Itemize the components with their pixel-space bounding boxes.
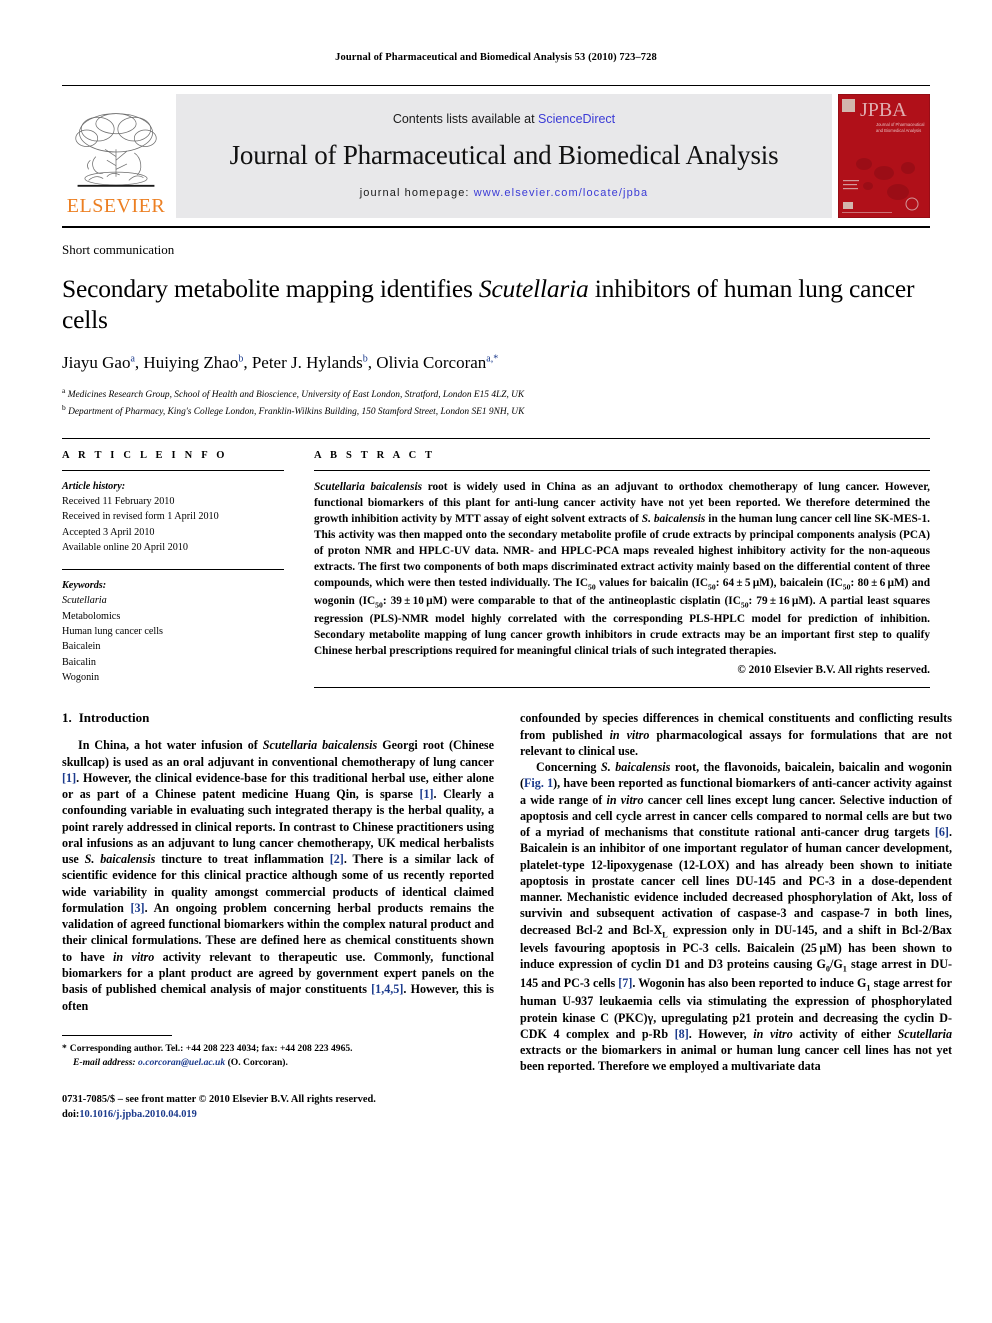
info-abstract-band: A R T I C L E I N F O Article history: R… — [62, 437, 930, 689]
contents-prefix: Contents lists available at — [392, 111, 539, 126]
author-name: Jiayu Gao — [62, 353, 131, 373]
keyword-item: Scutellaria — [62, 593, 284, 608]
affiliation-mark: b — [62, 402, 66, 412]
keywords-separator-rule — [62, 569, 284, 571]
journal-band: Contents lists available at ScienceDirec… — [176, 94, 832, 218]
keyword-item: Human lung cancer cells — [62, 626, 163, 638]
email-label: E-mail address: — [73, 1056, 136, 1068]
footnote-rule — [62, 1034, 172, 1036]
abstract-rule — [314, 469, 930, 471]
sciencedirect-link[interactable]: ScienceDirect — [538, 112, 615, 126]
body-column-left: 1. Introduction In China, a hot water inf… — [62, 710, 494, 1123]
author-affil-mark: a,* — [486, 353, 499, 365]
keywords-group: Keywords: Scutellaria Metabolomics Human… — [62, 578, 284, 685]
author-separator: , — [243, 353, 252, 373]
elsevier-tree-icon — [75, 113, 157, 187]
corresponding-author-note: * Corresponding author. Tel.: +44 208 223… — [62, 1042, 494, 1056]
page-title: Secondary metabolite mapping identifies … — [62, 274, 930, 335]
keywords-label: Keywords: — [62, 580, 107, 592]
svg-text:Journal of Pharmaceutical: Journal of Pharmaceutical — [876, 122, 924, 127]
history-item: Accepted 3 April 2010 — [62, 526, 155, 538]
keyword-item: Metabolomics — [62, 610, 121, 622]
section-title: Introduction — [78, 710, 150, 726]
journal-homepage-line: journal homepage: www.elsevier.com/locat… — [360, 187, 648, 199]
footnote-star-mark: * — [62, 1042, 67, 1054]
history-item: Available online 20 April 2010 — [62, 541, 188, 553]
intro-paragraph-1: In China, a hot water infusion of Scutel… — [62, 738, 495, 1013]
email-link[interactable]: o.corcoran@uel.ac.uk — [138, 1057, 225, 1068]
section-number: 1. — [62, 710, 72, 726]
keyword-item: Baicalein — [62, 641, 101, 653]
article-type-label: Short communication — [62, 242, 175, 257]
issn-copyright-line: 0731-7085/$ – see front matter © 2010 El… — [62, 1093, 376, 1105]
article-history-group: Article history: Received 11 February 20… — [62, 479, 284, 555]
doi-line: doi:10.1016/j.jpba.2010.04.019 — [62, 1107, 494, 1123]
homepage-url-link[interactable]: www.elsevier.com/locate/jpba — [474, 187, 648, 199]
email-owner: (O. Corcoran). — [227, 1056, 288, 1068]
elsevier-wordmark: ELSEVIER — [66, 195, 166, 217]
journal-title: Journal of Pharmaceutical and Biomedical… — [229, 139, 779, 170]
corresponding-author-text: Corresponding author. Tel.: +44 208 223 … — [69, 1042, 353, 1054]
affiliation-line: a Medicines Research Group, School of He… — [62, 386, 930, 403]
article-info-column: A R T I C L E I N F O Article history: R… — [62, 450, 284, 689]
affiliation-line: b Department of Pharmacy, King's College… — [62, 403, 930, 420]
affiliation-text: Department of Pharmacy, King's College L… — [68, 407, 525, 418]
elsevier-logo: ELSEVIER — [62, 94, 170, 218]
keyword-text: Scutellaria — [62, 595, 107, 607]
title-block: Short communication Secondary metabolite… — [62, 242, 930, 420]
affiliation-text: Medicines Research Group, School of Heal… — [67, 390, 525, 401]
author-name: Peter J. Hylands — [251, 353, 363, 373]
masthead-bottom-rule — [62, 226, 930, 228]
journal-cover-thumbnail: JPBA Journal of Pharmaceutical and Biome… — [838, 94, 930, 218]
abstract-body: Scutellaria baicalensis root is widely u… — [314, 480, 931, 658]
abstract-copyright: © 2010 Elsevier B.V. All rights reserved… — [737, 664, 930, 677]
running-head: Journal of Pharmaceutical and Biomedical… — [335, 52, 657, 63]
keyword-item: Wogonin — [62, 671, 100, 683]
title-species-italic: Scutellaria — [478, 274, 589, 303]
history-item: Received in revised form 1 April 2010 — [62, 511, 219, 523]
doi-link[interactable]: 10.1016/j.jpba.2010.04.019 — [79, 1109, 196, 1120]
history-item: Received 11 February 2010 — [62, 495, 175, 507]
journal-article-page: Journal of Pharmaceutical and Biomedical… — [0, 0, 992, 1323]
svg-text:and Biomedical Analysis: and Biomedical Analysis — [876, 128, 921, 133]
abstract-column: A B S T R A C T Scutellaria baicalensis … — [314, 450, 930, 689]
article-history-label: Article history: — [62, 480, 126, 492]
author-list: Jiayu Gaoa, Huiying Zhaob, Peter J. Hyla… — [62, 353, 930, 373]
section-heading-introduction: 1. Introduction — [62, 710, 494, 726]
journal-cover-artwork: JPBA Journal of Pharmaceutical and Biome… — [838, 94, 930, 218]
homepage-label: journal homepage: — [359, 186, 470, 199]
abstract-heading: A B S T R A C T — [314, 449, 436, 461]
intro-paragraph-1-continued: confounded by species differences in che… — [520, 711, 952, 758]
contents-list-line: Contents lists available at ScienceDirec… — [393, 112, 615, 126]
affiliation-mark: a — [62, 386, 66, 396]
doi-label: doi: — [62, 1109, 80, 1121]
email-note: E-mail address: o.corcoran@uel.ac.uk (O.… — [62, 1056, 494, 1070]
svg-text:JPBA: JPBA — [860, 99, 907, 121]
keyword-item: Baicalin — [62, 656, 96, 668]
title-segment-1: Secondary metabolite mapping identifies — [62, 274, 479, 303]
body-columns: 1. Introduction In China, a hot water inf… — [62, 710, 952, 1123]
journal-masthead: ELSEVIER Contents lists available at Sci… — [62, 85, 930, 218]
intro-paragraph-2: Concerning S. baicalensis root, the flav… — [520, 760, 953, 1074]
imprint-block: 0731-7085/$ – see front matter © 2010 El… — [62, 1092, 494, 1123]
article-info-heading: A R T I C L E I N F O — [62, 449, 228, 461]
author-name: Huiying Zhao — [143, 353, 239, 373]
footnote-block: * Corresponding author. Tel.: +44 208 223… — [62, 1034, 494, 1070]
abstract-bottom-rule — [314, 687, 930, 689]
author-name: Olivia Corcoran — [376, 353, 487, 373]
body-column-right: confounded by species differences in che… — [520, 710, 952, 1123]
article-info-rule — [62, 469, 284, 471]
